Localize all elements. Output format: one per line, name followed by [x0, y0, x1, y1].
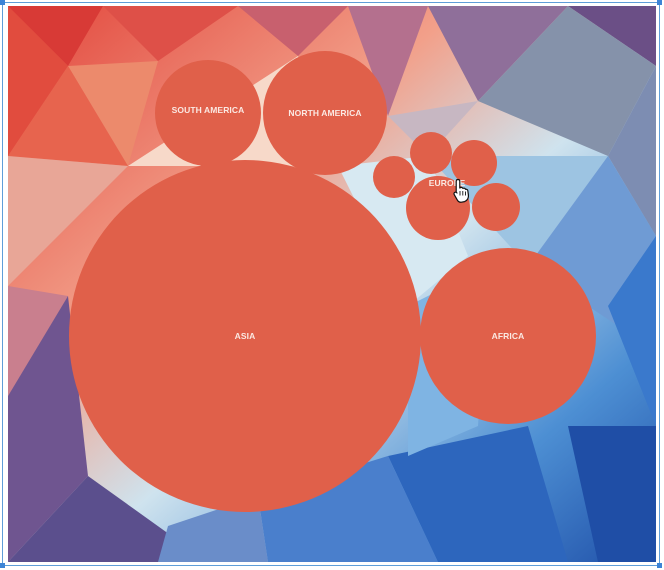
- bubble-chart-canvas: ASIA AFRICA NORTH AMERICA SOUTH AMERICA …: [8, 6, 656, 562]
- bubble-south-america-label: SOUTH AMERICA: [172, 105, 245, 115]
- bubble-south-america[interactable]: SOUTH AMERICA: [155, 60, 261, 166]
- bubble-europe[interactable]: EUROPE: [373, 132, 520, 240]
- bubble-asia[interactable]: ASIA: [69, 160, 421, 512]
- resize-handle-bottom-right[interactable]: [657, 563, 662, 568]
- bubble-asia-label: ASIA: [235, 331, 256, 341]
- bubble-north-america-label: NORTH AMERICA: [288, 108, 361, 118]
- europe-sub-bubble[interactable]: [373, 156, 415, 198]
- resize-handle-top-right[interactable]: [657, 0, 662, 5]
- europe-sub-bubble[interactable]: [472, 183, 520, 231]
- bubble-africa[interactable]: AFRICA: [420, 248, 596, 424]
- europe-sub-bubble[interactable]: [410, 132, 452, 174]
- bubble-layer: ASIA AFRICA NORTH AMERICA SOUTH AMERICA …: [69, 51, 596, 512]
- bubble-europe-label: EUROPE: [429, 178, 466, 188]
- resize-handle-top-left[interactable]: [0, 0, 5, 5]
- bubble-north-america[interactable]: NORTH AMERICA: [263, 51, 387, 175]
- bubble-africa-label: AFRICA: [492, 331, 525, 341]
- resize-handle-bottom-left[interactable]: [0, 563, 5, 568]
